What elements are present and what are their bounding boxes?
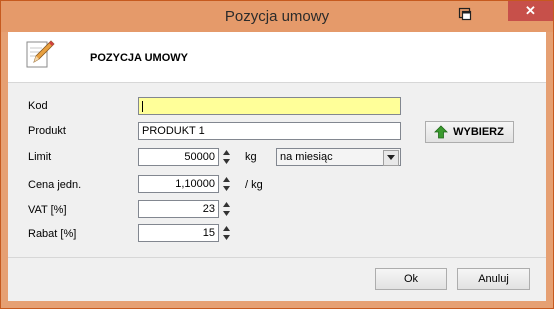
header-title: POZYCJA UMOWY bbox=[90, 52, 188, 64]
text-cursor bbox=[142, 100, 143, 112]
cena-label: Cena jedn. bbox=[28, 179, 82, 191]
spin-down-icon[interactable] bbox=[220, 184, 233, 193]
spin-down-icon[interactable] bbox=[220, 209, 233, 218]
kod-label: Kod bbox=[28, 100, 48, 112]
rabat-label: Rabat [%] bbox=[28, 228, 77, 240]
ok-button[interactable]: Ok bbox=[375, 268, 447, 290]
spin-down-icon[interactable] bbox=[220, 157, 233, 166]
title-bar[interactable]: Pozycja umowy ✕ bbox=[1, 1, 553, 32]
rabat-spinner[interactable] bbox=[220, 224, 233, 242]
spin-up-icon[interactable] bbox=[220, 224, 233, 233]
close-icon: ✕ bbox=[525, 3, 536, 18]
spin-up-icon[interactable] bbox=[220, 200, 233, 209]
spin-down-icon[interactable] bbox=[220, 233, 233, 242]
dialog-client: POZYCJA UMOWY Kod Produkt PRODUKT 1 WYBI… bbox=[8, 32, 546, 301]
chevron-down-icon[interactable] bbox=[383, 150, 399, 166]
dialog-header: POZYCJA UMOWY bbox=[8, 32, 546, 83]
vat-label: VAT [%] bbox=[28, 204, 67, 216]
cena-spinner[interactable] bbox=[220, 175, 233, 193]
pin-icon[interactable] bbox=[458, 7, 472, 21]
cancel-button[interactable]: Anuluj bbox=[457, 268, 530, 290]
produkt-field[interactable]: PRODUKT 1 bbox=[138, 122, 401, 140]
limit-input[interactable]: 50000 bbox=[138, 148, 219, 166]
period-select[interactable]: na miesiąc bbox=[276, 148, 401, 166]
vat-input[interactable]: 23 bbox=[138, 200, 219, 218]
limit-label: Limit bbox=[28, 151, 52, 163]
kod-input[interactable] bbox=[138, 97, 401, 115]
limit-unit: kg bbox=[245, 151, 257, 163]
rabat-input[interactable]: 15 bbox=[138, 224, 219, 242]
spin-up-icon[interactable] bbox=[220, 175, 233, 184]
spin-up-icon[interactable] bbox=[220, 148, 233, 157]
dialog-footer: Ok Anuluj bbox=[8, 257, 546, 301]
up-arrow-icon bbox=[434, 125, 448, 139]
vat-spinner[interactable] bbox=[220, 200, 233, 218]
produkt-label: Produkt bbox=[28, 125, 66, 137]
dialog-window: Pozycja umowy ✕ POZYCJA UMOWY Kod Produk… bbox=[0, 0, 554, 309]
cena-unit: / kg bbox=[245, 179, 263, 191]
close-button[interactable]: ✕ bbox=[508, 1, 553, 21]
limit-spinner[interactable] bbox=[220, 148, 233, 166]
cena-input[interactable]: 1,10000 bbox=[138, 175, 219, 193]
wybierz-button[interactable]: WYBIERZ bbox=[425, 121, 514, 143]
edit-pencil-icon bbox=[24, 38, 56, 70]
